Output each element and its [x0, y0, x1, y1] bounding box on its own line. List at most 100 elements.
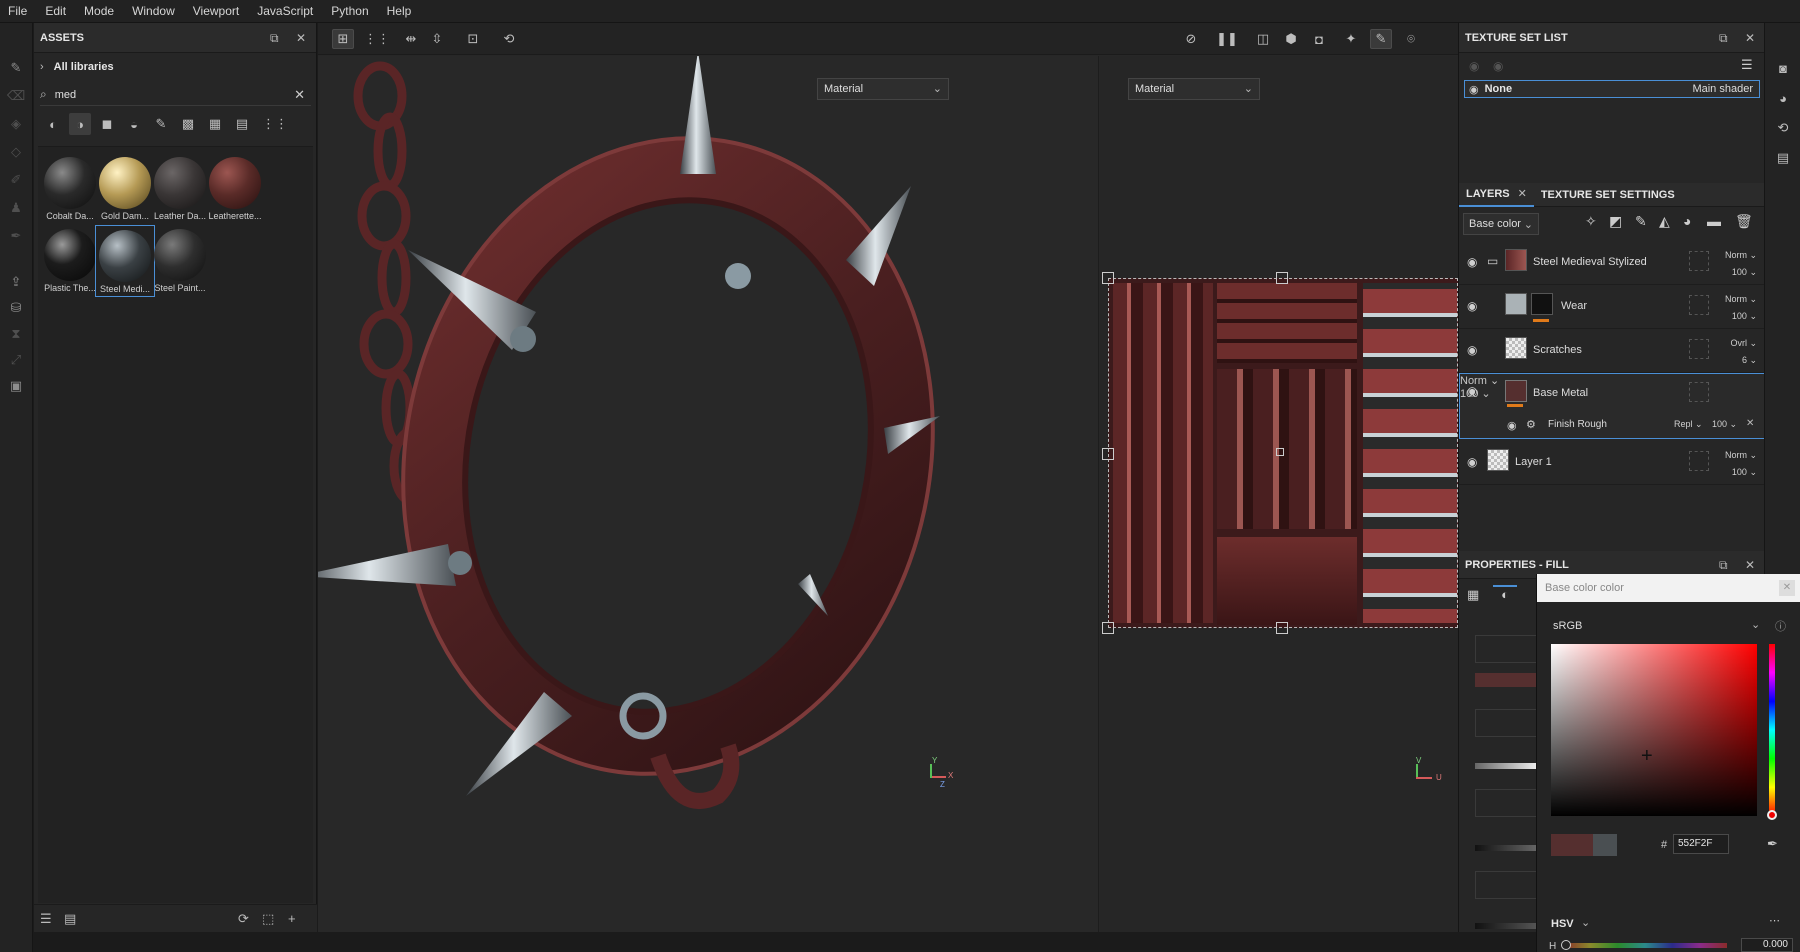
menu-python[interactable]: Python: [331, 4, 368, 18]
roughness-slider[interactable]: [1475, 763, 1537, 769]
import-icon[interactable]: ⬚: [262, 911, 274, 927]
eye-icon[interactable]: ◉: [1467, 255, 1477, 269]
add-effect-icon[interactable]: ✧: [1585, 213, 1597, 230]
close-icon[interactable]: ✕: [1518, 187, 1527, 200]
delete-icon[interactable]: 🗑: [1735, 213, 1753, 230]
add-paint-layer-icon[interactable]: ✎: [1635, 213, 1647, 230]
log-icon[interactable]: ▤: [1774, 149, 1792, 167]
asset-item[interactable]: Plastic The...: [40, 225, 100, 297]
add-smart-material-icon[interactable]: ◕: [1683, 213, 1691, 229]
list-view-icon[interactable]: ☰: [40, 911, 52, 927]
pause-icon[interactable]: ❚❚: [1216, 29, 1238, 49]
h-slider-handle[interactable]: [1561, 940, 1571, 950]
tab-layers[interactable]: LAYERS ✕: [1459, 183, 1534, 207]
h-slider[interactable]: [1563, 943, 1727, 948]
export-icon[interactable]: ⇪: [7, 273, 25, 291]
menu-viewport[interactable]: Viewport: [193, 4, 239, 18]
split-view-icon[interactable]: ◫: [1252, 29, 1274, 49]
more-options-icon[interactable]: ⋯: [1769, 914, 1780, 927]
close-icon[interactable]: ✕: [1779, 580, 1795, 596]
asset-item-selected[interactable]: Steel Medi...: [95, 225, 155, 297]
menu-file[interactable]: File: [8, 4, 27, 18]
paint-mode-icon[interactable]: ✎: [1370, 29, 1392, 49]
eye-icon[interactable]: ◉: [1467, 384, 1477, 398]
layer-mask-slot[interactable]: [1689, 251, 1709, 271]
undock-icon[interactable]: ⧉: [270, 31, 279, 46]
add-mask-icon[interactable]: ◩: [1609, 213, 1622, 230]
chevron-down-icon[interactable]: ⌄: [1751, 618, 1760, 631]
effect-blend[interactable]: Repl ⌄: [1674, 419, 1703, 430]
previous-color-swatch[interactable]: [1593, 834, 1617, 856]
grid-view-icon[interactable]: ⋮⋮: [262, 113, 288, 135]
property-field[interactable]: [1475, 635, 1537, 663]
transform-handle[interactable]: [1102, 272, 1114, 284]
property-field[interactable]: [1475, 871, 1537, 899]
transform-handle[interactable]: [1102, 622, 1114, 634]
material-tab-icon[interactable]: ◐: [1493, 585, 1517, 605]
eye-icon[interactable]: ◉: [1467, 299, 1477, 313]
shelf-icon[interactable]: ▣: [7, 377, 25, 395]
polygon-fill-icon[interactable]: ◇: [7, 143, 25, 161]
transform-center-handle[interactable]: [1276, 448, 1284, 456]
base-color-swatch[interactable]: [1475, 673, 1537, 687]
add-fill-layer-icon[interactable]: ◭: [1659, 213, 1670, 230]
view-2d[interactable]: Material ⌄ V U: [1100, 56, 1458, 932]
camera-video-icon[interactable]: ◘: [1308, 29, 1330, 49]
close-icon[interactable]: ✕: [296, 31, 306, 45]
hide-icon[interactable]: ⊘: [1180, 29, 1202, 49]
menu-javascript[interactable]: JavaScript: [257, 4, 313, 18]
layer-blend[interactable]: Norm ⌄ 100 ⌄: [1725, 247, 1757, 281]
timer-icon[interactable]: ⧗: [7, 325, 25, 343]
filter-textures-icon[interactable]: ▦: [204, 113, 226, 135]
layer-row[interactable]: ◉ Wear Norm ⌄ 100 ⌄: [1459, 285, 1765, 329]
menu-help[interactable]: Help: [387, 4, 412, 18]
h-value-input[interactable]: 0.000: [1741, 938, 1793, 952]
transform-handle[interactable]: [1102, 448, 1114, 460]
property-field[interactable]: [1475, 789, 1537, 817]
texture-set-icon[interactable]: ◙: [1774, 59, 1792, 77]
color-model-value[interactable]: HSV: [1551, 918, 1574, 930]
add-folder-icon[interactable]: ▬: [1707, 213, 1721, 229]
eraser-icon[interactable]: ⌫: [7, 87, 25, 105]
layer-opacity[interactable]: 100: [1732, 267, 1747, 277]
smudge-icon[interactable]: ✐: [7, 171, 25, 189]
library-selector[interactable]: › All libraries: [40, 61, 114, 73]
effect-blend-mode[interactable]: Repl: [1674, 419, 1693, 429]
layer-blend[interactable]: Norm ⌄ 100 ⌄: [1725, 447, 1757, 481]
transform-handle[interactable]: [1276, 272, 1288, 284]
undock-icon[interactable]: ⧉: [1719, 558, 1728, 573]
hue-slider[interactable]: [1769, 644, 1775, 816]
info-icon[interactable]: ⓘ: [1775, 618, 1786, 634]
hide-all-icon[interactable]: ◉: [1469, 59, 1479, 73]
height-slider[interactable]: [1475, 923, 1537, 929]
chevron-down-icon[interactable]: ⌄: [1581, 916, 1590, 929]
filter-brushes-icon[interactable]: ✎: [150, 113, 172, 135]
layer-mask-slot[interactable]: [1689, 339, 1709, 359]
undock-icon[interactable]: ⧉: [1719, 31, 1728, 46]
grid-icon[interactable]: ⋮⋮: [364, 29, 390, 49]
color-search[interactable]: Base color color ✕: [1537, 574, 1800, 602]
color-search-input[interactable]: Base color color: [1545, 582, 1624, 594]
colorspace-value[interactable]: sRGB: [1553, 620, 1582, 632]
layer-opacity[interactable]: 100: [1732, 467, 1747, 477]
eye-icon[interactable]: ◉: [1467, 455, 1477, 469]
filter-generators-icon[interactable]: ◒: [123, 113, 145, 135]
view-3d[interactable]: Material ⌄ Y X Z: [298, 51, 1099, 932]
layer-blend[interactable]: Norm ⌄ 100 ⌄: [1725, 291, 1757, 325]
asset-item[interactable]: Leather Da...: [150, 153, 210, 225]
projection-icon[interactable]: ◈: [7, 115, 25, 133]
refresh-icon[interactable]: ⟳: [238, 911, 249, 927]
search-input[interactable]: med: [55, 89, 76, 101]
show-all-icon[interactable]: ◉: [1493, 59, 1503, 73]
layer-mask-slot[interactable]: [1689, 382, 1709, 402]
layer-row-selected[interactable]: ◉ Base Metal Norm ⌄ 100 ⌄ ◉ ⚙ Finish Roug…: [1459, 373, 1765, 439]
menu-window[interactable]: Window: [132, 4, 175, 18]
asset-search[interactable]: ⌕ med ✕: [40, 84, 311, 106]
tab-texture-set-settings[interactable]: TEXTURE SET SETTINGS: [1534, 183, 1682, 207]
layer-mask-slot[interactable]: [1689, 295, 1709, 315]
filter-procedurals-icon[interactable]: ▩: [177, 113, 199, 135]
eye-icon[interactable]: ◉: [1469, 83, 1479, 96]
filter-smart-masks-icon[interactable]: ◼: [96, 113, 118, 135]
history-icon[interactable]: ⟲: [1774, 119, 1792, 137]
fill-settings-icon[interactable]: ▦: [1467, 587, 1479, 603]
